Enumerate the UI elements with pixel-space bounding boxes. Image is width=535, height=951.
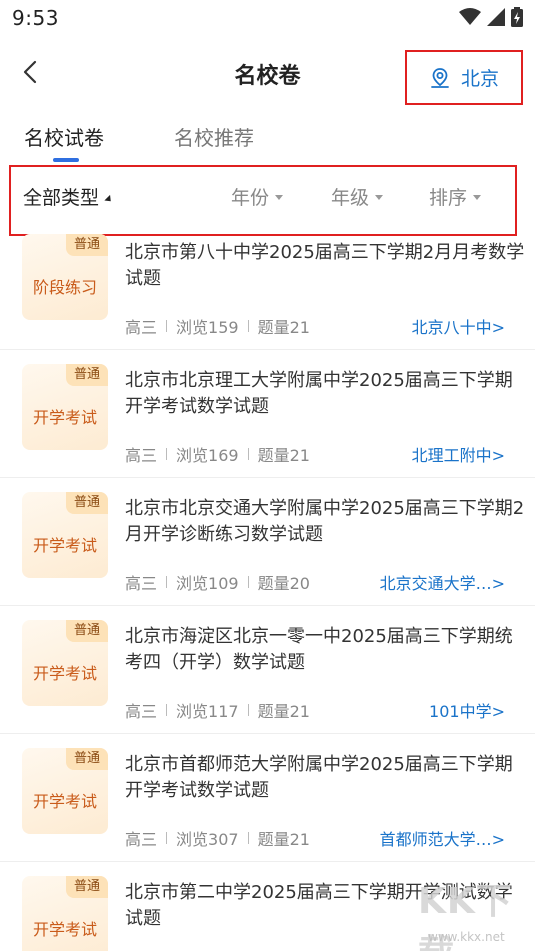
status-bar: 9:53 (0, 0, 535, 36)
paper-meta: 高三 浏览159 题量21 (125, 314, 310, 338)
caret-down-icon (375, 195, 384, 200)
paper-thumbnail: 普通 开学考试 (22, 364, 108, 450)
filter-sort-dropdown[interactable]: 排序 (429, 183, 482, 210)
meta-divider (166, 320, 168, 332)
paper-school-link[interactable]: 101中学> (429, 698, 505, 722)
paper-title: 北京市北京理工大学附属中学2025届高三下学期开学考试数学试题 (125, 370, 513, 417)
paper-views: 浏览159 (176, 318, 239, 337)
paper-views: 浏览169 (176, 446, 239, 465)
paper-thumbnail: 普通 开学考试 (22, 876, 108, 951)
paper-thumbnail: 普通 开学考试 (22, 748, 108, 834)
paper-question-count: 题量21 (257, 446, 310, 465)
paper-question-count: 题量20 (257, 574, 310, 593)
paper-meta: 高三 浏览307 题量21 (125, 826, 310, 850)
paper-thumbnail: 普通 开学考试 (22, 620, 108, 706)
caret-down-icon (104, 194, 114, 205)
battery-icon (511, 7, 523, 27)
paper-school-link[interactable]: 北理工附中> (412, 442, 505, 466)
paper-views: 浏览307 (176, 830, 239, 849)
tab-school-papers[interactable]: 名校试卷 (24, 122, 104, 151)
filter-year-dropdown[interactable]: 年份 (231, 183, 284, 210)
paper-school-link[interactable]: 北京八十中> (412, 314, 505, 338)
paper-category: 开学考试 (32, 920, 97, 939)
site-watermark: KK下载 www.kkx.net (418, 872, 530, 951)
filter-grade-dropdown[interactable]: 年级 (331, 183, 384, 210)
paper-badge: 普通 (66, 876, 108, 898)
paper-category: 开学考试 (32, 408, 97, 427)
paper-title: 北京市北京交通大学附属中学2025届高三下学期2月开学诊断练习数学试题 (125, 498, 525, 545)
paper-question-count: 题量21 (257, 702, 310, 721)
signal-icon (487, 8, 505, 26)
paper-title: 北京市首都师范大学附属中学2025届高三下学期开学考试数学试题 (125, 754, 513, 801)
location-pin-icon (431, 67, 449, 88)
paper-meta: 高三 浏览169 题量21 (125, 442, 310, 466)
filter-sort-label: 排序 (429, 187, 468, 209)
paper-card[interactable]: 普通 开学考试 北京市首都师范大学附属中学2025届高三下学期开学考试数学试题 … (0, 734, 535, 862)
caret-down-icon (275, 195, 284, 200)
paper-category: 阶段练习 (32, 278, 97, 297)
city-label: 北京 (460, 68, 499, 90)
filter-grade-label: 年级 (331, 187, 370, 209)
status-time: 9:53 (12, 6, 59, 30)
paper-category: 开学考试 (32, 664, 97, 683)
paper-card[interactable]: 普通 阶段练习 北京市第八十中学2025届高三下学期2月月考数学试题 高三 浏览… (0, 222, 535, 350)
paper-title: 北京市第八十中学2025届高三下学期2月月考数学试题 (125, 242, 525, 289)
paper-school-link[interactable]: 首都师范大学…> (380, 826, 505, 850)
watermark-url: www.kkx.net (428, 930, 505, 944)
filter-type-dropdown[interactable]: 全部类型 (23, 183, 114, 210)
tab-bar: 名校试卷 名校推荐 (0, 118, 535, 164)
paper-grade: 高三 (125, 446, 158, 465)
paper-category: 开学考试 (32, 792, 97, 811)
paper-views: 浏览109 (176, 574, 239, 593)
paper-title: 北京市海淀区北京一零一中2025届高三下学期统考四（开学）数学试题 (125, 626, 513, 673)
paper-grade: 高三 (125, 830, 158, 849)
paper-meta: 高三 浏览117 题量21 (125, 698, 310, 722)
meta-divider (166, 448, 168, 460)
nav-bar: 名校卷 北京 (0, 40, 535, 105)
wifi-icon (459, 8, 481, 25)
paper-card[interactable]: 普通 开学考试 北京市北京理工大学附属中学2025届高三下学期开学考试数学试题 … (0, 350, 535, 478)
paper-question-count: 题量21 (257, 318, 310, 337)
meta-divider (247, 704, 249, 716)
meta-divider (166, 704, 168, 716)
paper-card[interactable]: 普通 开学考试 北京市海淀区北京一零一中2025届高三下学期统考四（开学）数学试… (0, 606, 535, 734)
paper-badge: 普通 (66, 234, 108, 256)
meta-divider (247, 320, 249, 332)
paper-question-count: 题量21 (257, 830, 310, 849)
paper-grade: 高三 (125, 318, 158, 337)
paper-badge: 普通 (66, 620, 108, 642)
caret-down-icon (473, 195, 482, 200)
paper-grade: 高三 (125, 574, 158, 593)
meta-divider (247, 832, 249, 844)
tab-school-recommend[interactable]: 名校推荐 (174, 122, 254, 151)
paper-badge: 普通 (66, 364, 108, 386)
filter-type-label: 全部类型 (23, 187, 100, 209)
paper-card[interactable]: 普通 开学考试 北京市北京交通大学附属中学2025届高三下学期2月开学诊断练习数… (0, 478, 535, 606)
paper-thumbnail: 普通 阶段练习 (22, 234, 108, 320)
meta-divider (166, 832, 168, 844)
paper-school-link[interactable]: 北京交通大学…> (380, 570, 505, 594)
paper-badge: 普通 (66, 748, 108, 770)
tab-active-indicator (53, 158, 79, 162)
paper-meta: 高三 浏览109 题量20 (125, 570, 310, 594)
city-selector-button[interactable]: 北京 (405, 50, 523, 105)
status-icons (459, 7, 523, 27)
paper-badge: 普通 (66, 492, 108, 514)
meta-divider (166, 576, 168, 588)
paper-thumbnail: 普通 开学考试 (22, 492, 108, 578)
meta-divider (247, 576, 249, 588)
paper-category: 开学考试 (32, 536, 97, 555)
filter-year-label: 年份 (231, 187, 270, 209)
paper-views: 浏览117 (176, 702, 239, 721)
meta-divider (247, 448, 249, 460)
paper-grade: 高三 (125, 702, 158, 721)
